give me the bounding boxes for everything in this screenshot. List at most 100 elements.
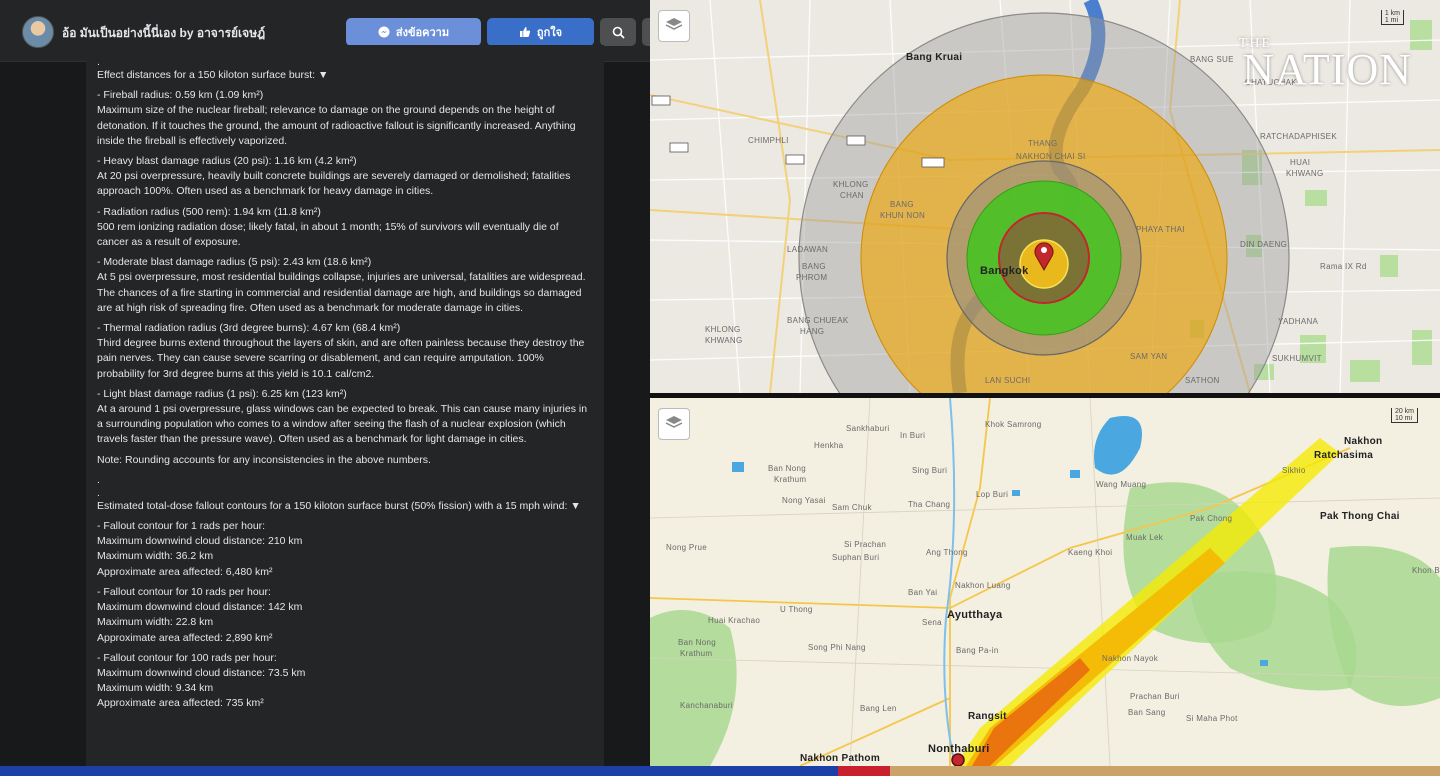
post-text: . Effect distances for a 150 kiloton surf… — [86, 45, 604, 766]
map-place-label: Si Prachan — [844, 540, 887, 549]
post-paragraph: - Fallout contour for 10 rads per hour: … — [97, 585, 303, 644]
map-place-label: Henkha — [814, 441, 844, 450]
map-place-label: YADHANA — [1278, 317, 1319, 326]
map-place-label: KHWANG — [1286, 169, 1324, 178]
map-place-label: BANG CHUEAK — [787, 316, 849, 325]
map-place-label: Ayutthaya — [947, 609, 1003, 621]
map-place-label: KHLONG — [833, 180, 869, 189]
map-scale: 1 km 1 mi — [1380, 10, 1404, 25]
messenger-icon — [378, 26, 390, 38]
avatar[interactable] — [22, 16, 54, 48]
map-place-label: Khon Buri — [1412, 566, 1440, 575]
scale-mi: 1 mi — [1384, 17, 1399, 24]
post-paragraph: Note: Rounding accounts for any inconsis… — [97, 453, 431, 466]
broadcast-strip — [0, 766, 1440, 776]
map-place-label: Bang Pa-in — [956, 646, 999, 655]
map-place-label: HUAI — [1290, 158, 1311, 167]
map-place-label: Muak Lek — [1126, 533, 1164, 542]
post-paragraph: Estimated total-dose fallout contours fo… — [97, 499, 581, 512]
scale-km: 20 km — [1394, 408, 1414, 415]
map-place-label: Pak Chong — [1190, 514, 1233, 523]
map-scale: 20 km 10 mi — [1390, 408, 1418, 423]
map-place-label: Bangkok — [980, 265, 1029, 277]
send-message-button[interactable]: ส่งข้อความ — [346, 18, 481, 46]
like-button[interactable]: ถูกใจ — [487, 18, 594, 46]
map-place-label: Kaeng Khoi — [1068, 548, 1113, 557]
map-place-label: Suphan Buri — [832, 553, 880, 562]
map-place-label: Ban Yai — [908, 588, 938, 597]
map-place-label: SUKHUMVIT — [1272, 354, 1322, 363]
thumbs-up-icon — [519, 26, 531, 38]
map-place-label: Kanchanaburi — [680, 701, 733, 710]
post-paragraph: - Radiation radius (500 rem): 1.94 km (1… — [97, 205, 559, 249]
more-button[interactable] — [642, 18, 650, 46]
map-place-label: BANG — [802, 262, 826, 271]
map-place-label: Krathum — [774, 475, 807, 484]
map-place-label: Tha Chang — [908, 500, 951, 509]
post-paragraph: - Moderate blast damage radius (5 psi): … — [97, 256, 586, 314]
map-place-label: LAN SUCHI — [985, 376, 1031, 385]
map-place-label: NAKHON CHAI SI — [1016, 152, 1086, 161]
map-place-label: PHROM — [796, 273, 828, 282]
map-place-label: Nong Yasai — [782, 496, 826, 505]
post-paragraph: Effect distances for a 150 kiloton surfa… — [97, 69, 329, 81]
map-place-label: Ban Sang — [1128, 708, 1166, 717]
map-place-label: Nakhon Nayok — [1102, 654, 1159, 663]
post-paragraph: . — [97, 473, 100, 486]
post-paragraph: - Fallout contour for 1 rads per hour: M… — [97, 520, 303, 578]
page-title[interactable]: อ้อ มันเป็นอย่างนี้นี่เอง by อาจารย์เจษฎ… — [62, 24, 265, 43]
map-place-label: Sikhio — [1282, 466, 1306, 475]
map-place-label: Khok Samrong — [985, 420, 1042, 429]
layers-button[interactable] — [658, 408, 690, 440]
map-place-label: Prachan Buri — [1130, 692, 1180, 701]
map-place-label: Nakhon — [1344, 436, 1383, 447]
map-place-label: CHIMPHLI — [748, 136, 789, 145]
map-place-label: Bang Len — [860, 704, 897, 713]
layers-button[interactable] — [658, 10, 690, 42]
map-place-label: Sam Chuk — [832, 503, 872, 512]
map-place-label: CHAN — [840, 191, 864, 200]
map-place-label: Ang Thong — [926, 548, 968, 557]
map-place-label: Ratchasima — [1314, 450, 1374, 461]
map-place-label: Si Maha Phot — [1186, 714, 1238, 723]
search-button[interactable] — [600, 18, 636, 46]
map-place-label: LADAWAN — [787, 245, 829, 254]
map-place-label: Krathum — [680, 649, 713, 658]
post-paragraph: - Fireball radius: 0.59 km (1.09 km²) Ma… — [97, 89, 576, 147]
search-icon — [612, 26, 625, 39]
map-place-label: KHUN NON — [880, 211, 926, 220]
fallout-map[interactable]: Sankhaburi In Buri Khok Samrong Nakhon Ratch… — [650, 398, 1440, 766]
map-place-label: Bang Kruai — [906, 52, 963, 63]
map-place-label: Ban Nong — [768, 464, 806, 473]
layers-icon — [665, 17, 683, 36]
like-label: ถูกใจ — [536, 27, 563, 39]
the-nation-logo: THE NATION — [1238, 36, 1412, 94]
post-paragraph: . — [97, 486, 100, 499]
map-place-label: Ban Nong — [678, 638, 716, 647]
scale-km: 1 km — [1384, 10, 1400, 17]
blast-radius-map[interactable]: Bang Kruai BANG SUE CHIMPHLI THANG NAKHON CH… — [650, 0, 1440, 393]
map-place-label: U Thong — [780, 605, 813, 614]
map-place-label: Nakhon Pathom — [800, 753, 881, 764]
map-place-label: Lop Buri — [976, 490, 1009, 499]
map-place-label: PHAYA THAI — [1136, 225, 1185, 234]
map-place-label: Sankhaburi — [846, 424, 890, 433]
map-place-label: Nonthaburi — [928, 743, 990, 755]
map-place-label: HANG — [800, 327, 825, 336]
map-place-label: KHLONG — [705, 325, 741, 334]
layers-icon — [665, 415, 683, 434]
map-place-label: BANG — [890, 200, 914, 209]
facebook-post-panel: อ้อ มันเป็นอย่างนี้นี่เอง by อาจารย์เจษฎ… — [0, 0, 650, 766]
map-place-label: SAM YAN — [1130, 352, 1168, 361]
map-place-label: SATHON — [1185, 376, 1220, 385]
send-message-label: ส่งข้อความ — [395, 27, 450, 39]
map-place-label: Huai Krachao — [708, 616, 761, 625]
map-place-label: Sing Buri — [912, 466, 948, 475]
map-place-label: In Buri — [900, 431, 926, 440]
map-place-label: BANG SUE — [1190, 55, 1234, 64]
map-place-label: Wang Muang — [1096, 480, 1147, 489]
map-place-label: Sena — [922, 618, 942, 627]
map-place-label: Nong Prue — [666, 543, 707, 552]
map-place-label: Nakhon Luang — [955, 581, 1011, 590]
post-paragraph: . — [97, 56, 100, 68]
